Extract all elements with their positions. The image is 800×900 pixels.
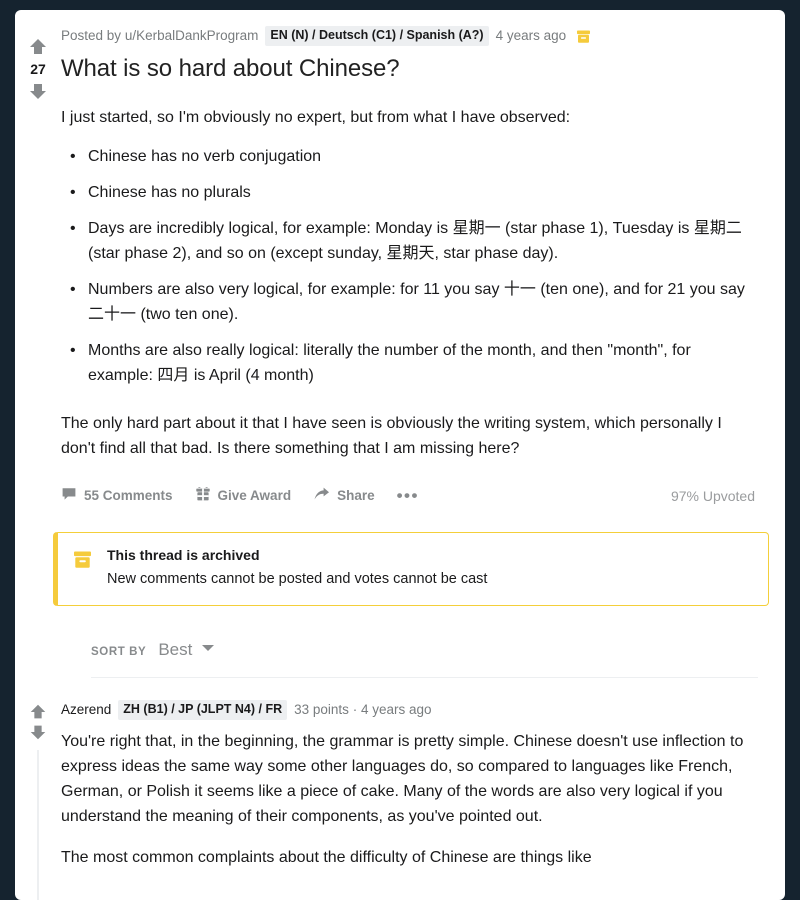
comment-thread-line[interactable] bbox=[37, 750, 39, 900]
list-item: Months are also really logical: literall… bbox=[70, 338, 755, 388]
comment-vote-column bbox=[15, 700, 61, 900]
downvote-arrow-icon[interactable] bbox=[28, 722, 48, 742]
post-body: Posted by u/KerbalDankProgram EN (N) / D… bbox=[61, 26, 785, 505]
comment-paragraph: You're right that, in the beginning, the… bbox=[61, 733, 744, 825]
comments-button[interactable]: 55 Comments bbox=[61, 486, 173, 505]
list-item: Days are incredibly logical, for example… bbox=[70, 216, 755, 266]
gift-icon bbox=[195, 486, 211, 505]
comment-text-content: You're right that, in the beginning, the… bbox=[61, 729, 755, 870]
share-button[interactable]: Share bbox=[313, 486, 375, 505]
archive-box-icon bbox=[72, 549, 94, 576]
upvote-arrow-icon[interactable] bbox=[28, 702, 48, 722]
give-award-label: Give Award bbox=[217, 488, 292, 503]
upvoted-percentage: 97% Upvoted bbox=[670, 487, 755, 504]
post-closing-paragraph: The only hard part about it that I have … bbox=[61, 415, 722, 457]
share-arrow-icon bbox=[313, 486, 330, 505]
comment-points: 33 points bbox=[294, 702, 349, 717]
comment-timestamp: 4 years ago bbox=[360, 702, 432, 717]
post-metadata: Posted by u/KerbalDankProgram EN (N) / D… bbox=[61, 26, 755, 46]
post-score: 27 bbox=[30, 61, 46, 77]
give-award-button[interactable]: Give Award bbox=[195, 486, 292, 505]
post-bullet-list: Chinese has no verb conjugation Chinese … bbox=[61, 144, 755, 388]
sort-value[interactable]: Best bbox=[158, 640, 192, 660]
archive-box-icon bbox=[575, 28, 592, 45]
more-options-icon[interactable]: ••• bbox=[397, 487, 419, 504]
post-container: 27 Posted by u/KerbalDankProgram EN (N) … bbox=[15, 10, 785, 505]
post-author-link[interactable]: u/KerbalDankProgram bbox=[125, 26, 259, 46]
posted-by-label: Posted by bbox=[61, 28, 122, 43]
archived-banner-text: This thread is archived New comments can… bbox=[107, 546, 487, 590]
comment-metadata: Azerend ZH (B1) / JP (JLPT N4) / FR 33 p… bbox=[61, 700, 755, 720]
chevron-down-icon[interactable] bbox=[201, 640, 215, 658]
post-action-bar: 55 Comments Give Award Share ••• 97% Upv… bbox=[61, 486, 755, 505]
downvote-arrow-icon[interactable] bbox=[27, 80, 49, 102]
post-title: What is so hard about Chinese? bbox=[61, 55, 400, 82]
post-text-content: I just started, so I'm obviously no expe… bbox=[61, 105, 755, 461]
upvote-arrow-icon[interactable] bbox=[27, 36, 49, 58]
list-item: Chinese has no plurals bbox=[70, 180, 755, 205]
archived-banner-subtitle: New comments cannot be posted and votes … bbox=[107, 571, 488, 587]
comment-author-link[interactable]: Azerend bbox=[61, 700, 111, 720]
sort-by-label: SORT BY bbox=[91, 646, 147, 658]
comment-body: Azerend ZH (B1) / JP (JLPT N4) / FR 33 p… bbox=[61, 700, 785, 900]
post-vote-column: 27 bbox=[15, 26, 61, 505]
comments-count-label: 55 Comments bbox=[84, 488, 173, 503]
post-author-flair: EN (N) / Deutsch (C1) / Spanish (A?) bbox=[265, 26, 489, 46]
post-intro-paragraph: I just started, so I'm obviously no expe… bbox=[61, 109, 571, 126]
archived-banner-title: This thread is archived bbox=[107, 547, 260, 563]
archived-thread-banner: This thread is archived New comments can… bbox=[53, 532, 769, 606]
post-card: 27 Posted by u/KerbalDankProgram EN (N) … bbox=[15, 10, 785, 900]
comment-author-flair: ZH (B1) / JP (JLPT N4) / FR bbox=[118, 700, 288, 720]
post-timestamp: 4 years ago bbox=[495, 28, 567, 43]
list-item: Numbers are also very logical, for examp… bbox=[70, 277, 755, 327]
comment-paragraph: The most common complaints about the dif… bbox=[61, 849, 592, 866]
sort-bar: SORT BY Best bbox=[91, 640, 785, 660]
list-item: Chinese has no verb conjugation bbox=[70, 144, 755, 169]
comment-bubble-icon bbox=[61, 486, 77, 505]
share-label: Share bbox=[337, 488, 375, 503]
comment-thread: Azerend ZH (B1) / JP (JLPT N4) / FR 33 p… bbox=[15, 700, 785, 900]
sort-divider bbox=[91, 677, 758, 678]
